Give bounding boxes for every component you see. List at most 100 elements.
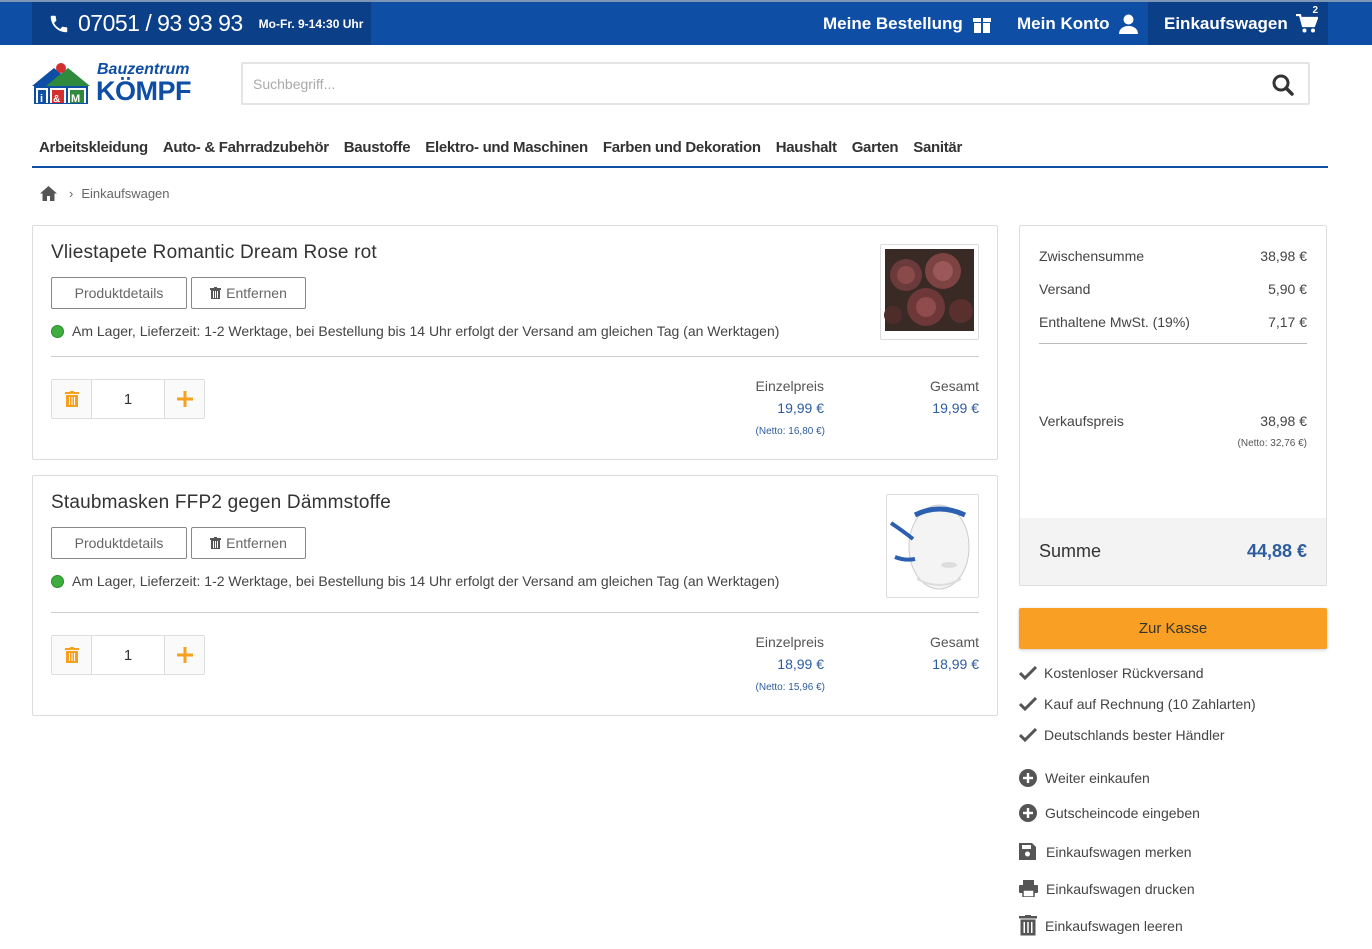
plus-icon: [176, 647, 193, 663]
plus-icon: [176, 391, 193, 407]
product-image[interactable]: [886, 494, 979, 598]
nav-item-arbeitskleidung[interactable]: Arbeitskleidung: [32, 136, 155, 166]
print-cart-link[interactable]: Einkaufswagen drucken: [1019, 880, 1195, 897]
breadcrumb-current: Einkaufswagen: [81, 186, 170, 201]
vat-label: Enthaltene MwSt. (19%): [1039, 314, 1190, 330]
check-icon: [1019, 728, 1037, 742]
trash-icon: [210, 287, 222, 299]
item-title[interactable]: Staubmasken FFP2 gegen Dämmstoffe: [51, 492, 391, 514]
remove-label: Entfernen: [226, 285, 287, 301]
shipping-row: Versand 5,90 €: [1039, 281, 1307, 297]
stock-text: Am Lager, Lieferzeit: 1-2 Werktage, bei …: [72, 573, 780, 589]
qty-increase-button[interactable]: [164, 380, 204, 418]
nav-item-elektro[interactable]: Elektro- und Maschinen: [418, 136, 596, 166]
vat-row: Enthaltene MwSt. (19%) 7,17 €: [1039, 314, 1307, 330]
nav-item-farben[interactable]: Farben und Dekoration: [595, 136, 768, 166]
save-cart-label: Einkaufswagen merken: [1046, 843, 1192, 860]
stock-status: Am Lager, Lieferzeit: 1-2 Werktage, bei …: [51, 573, 779, 589]
phone-block[interactable]: 07051 / 93 93 93 Mo-Fr. 9-14:30 Uhr: [32, 2, 371, 45]
cart-icon: [1295, 13, 1318, 32]
voucher-link[interactable]: Gutscheincode eingeben: [1019, 804, 1200, 822]
cart-count-badge: 2: [1312, 5, 1318, 16]
clear-cart-link[interactable]: Einkaufswagen leeren: [1019, 915, 1183, 936]
unit-price-label: Einzelpreis: [755, 634, 824, 650]
benefit-text: Kauf auf Rechnung (10 Zahlarten): [1044, 696, 1256, 712]
trash-icon: [210, 537, 222, 549]
svg-text:&: &: [53, 94, 60, 105]
item-title[interactable]: Vliestapete Romantic Dream Rose rot: [51, 242, 377, 264]
subtotal-value: 38,98 €: [1260, 248, 1307, 264]
qty-increase-button[interactable]: [164, 636, 204, 674]
dust-mask-image: [889, 504, 970, 590]
vat-value: 7,17 €: [1268, 314, 1307, 330]
my-order-label: Meine Bestellung: [823, 13, 963, 33]
cart-item: Staubmasken FFP2 gegen Dämmstoffe Produk…: [32, 475, 998, 716]
svg-text:i: i: [40, 93, 43, 105]
sale-price-label: Verkaufspreis: [1039, 413, 1124, 429]
category-nav: Arbeitskleidung Auto- & Fahrradzubehör B…: [32, 136, 1328, 168]
user-icon: [1118, 14, 1138, 34]
shipping-value: 5,90 €: [1268, 281, 1307, 297]
shipping-label: Versand: [1039, 281, 1091, 297]
sale-price-value: 38,98 €: [1260, 413, 1307, 429]
benefit-item: Kauf auf Rechnung (10 Zahlarten): [1019, 696, 1256, 712]
logo-line2: KÖMPF: [96, 76, 192, 106]
benefit-text: Deutschlands bester Händler: [1044, 727, 1225, 743]
save-cart-link[interactable]: Einkaufswagen merken: [1019, 843, 1192, 860]
quantity-stepper: 1: [51, 635, 205, 675]
quantity-value[interactable]: 1: [92, 636, 164, 674]
chevron-right-icon: ›: [69, 186, 74, 201]
qty-remove-button[interactable]: [52, 380, 92, 418]
cart-link[interactable]: Einkaufswagen 2: [1148, 2, 1328, 45]
nav-item-garten[interactable]: Garten: [844, 136, 906, 166]
unit-price: 18,99 €: [777, 656, 824, 672]
trash-icon: [64, 391, 79, 407]
product-details-button[interactable]: Produktdetails: [51, 277, 187, 309]
product-image[interactable]: [880, 244, 979, 340]
benefit-item: Kostenloser Rückversand: [1019, 665, 1204, 681]
check-icon: [1019, 697, 1037, 711]
voucher-label: Gutscheincode eingeben: [1045, 805, 1200, 821]
product-details-button[interactable]: Produktdetails: [51, 527, 187, 559]
box-icon: [972, 14, 991, 33]
my-order-link[interactable]: Meine Bestellung: [823, 2, 992, 45]
remove-button[interactable]: Entfernen: [191, 277, 306, 309]
unit-price: 19,99 €: [777, 400, 824, 416]
total-price: 19,99 €: [932, 400, 979, 416]
rose-wallpaper-image: [884, 249, 974, 331]
search-input[interactable]: [243, 64, 1243, 103]
unit-price-label: Einzelpreis: [755, 378, 824, 394]
nav-item-auto-fahrrad[interactable]: Auto- & Fahrradzubehör: [155, 136, 336, 166]
divider: [51, 356, 979, 357]
remove-label: Entfernen: [226, 535, 287, 551]
stock-status: Am Lager, Lieferzeit: 1-2 Werktage, bei …: [51, 323, 779, 339]
opening-hours: Mo-Fr. 9-14:30 Uhr: [258, 16, 364, 31]
qty-remove-button[interactable]: [52, 636, 92, 674]
logo[interactable]: i & M Bauzentrum KÖMPF: [32, 60, 208, 106]
quantity-value[interactable]: 1: [92, 380, 164, 418]
stock-text: Am Lager, Lieferzeit: 1-2 Werktage, bei …: [72, 323, 780, 339]
trash-icon: [1019, 915, 1037, 936]
divider: [51, 612, 979, 613]
in-stock-icon: [51, 324, 64, 338]
print-cart-label: Einkaufswagen drucken: [1046, 880, 1195, 897]
total-price-label: Gesamt: [929, 634, 979, 650]
phone-number[interactable]: 07051 / 93 93 93: [78, 10, 243, 37]
my-account-link[interactable]: Mein Konto: [1017, 2, 1138, 45]
svg-text:M: M: [71, 93, 80, 105]
continue-shopping-link[interactable]: Weiter einkaufen: [1019, 769, 1150, 787]
home-icon[interactable]: [40, 186, 57, 201]
nav-item-sanitaer[interactable]: Sanitär: [906, 136, 970, 166]
checkout-button[interactable]: Zur Kasse: [1019, 608, 1327, 649]
search-icon[interactable]: [1272, 74, 1294, 96]
nav-item-haushalt[interactable]: Haushalt: [768, 136, 844, 166]
in-stock-icon: [51, 574, 64, 588]
sale-price-row: Verkaufspreis 38,98 €: [1039, 413, 1307, 429]
total-value: 44,88 €: [1246, 541, 1307, 561]
check-icon: [1019, 666, 1037, 680]
cart-item: Vliestapete Romantic Dream Rose rot Prod…: [32, 225, 998, 460]
top-bar: 07051 / 93 93 93 Mo-Fr. 9-14:30 Uhr Mein…: [0, 0, 1372, 45]
remove-button[interactable]: Entfernen: [191, 527, 306, 559]
nav-item-baustoffe[interactable]: Baustoffe: [336, 136, 417, 166]
search-bar: [241, 62, 1310, 105]
